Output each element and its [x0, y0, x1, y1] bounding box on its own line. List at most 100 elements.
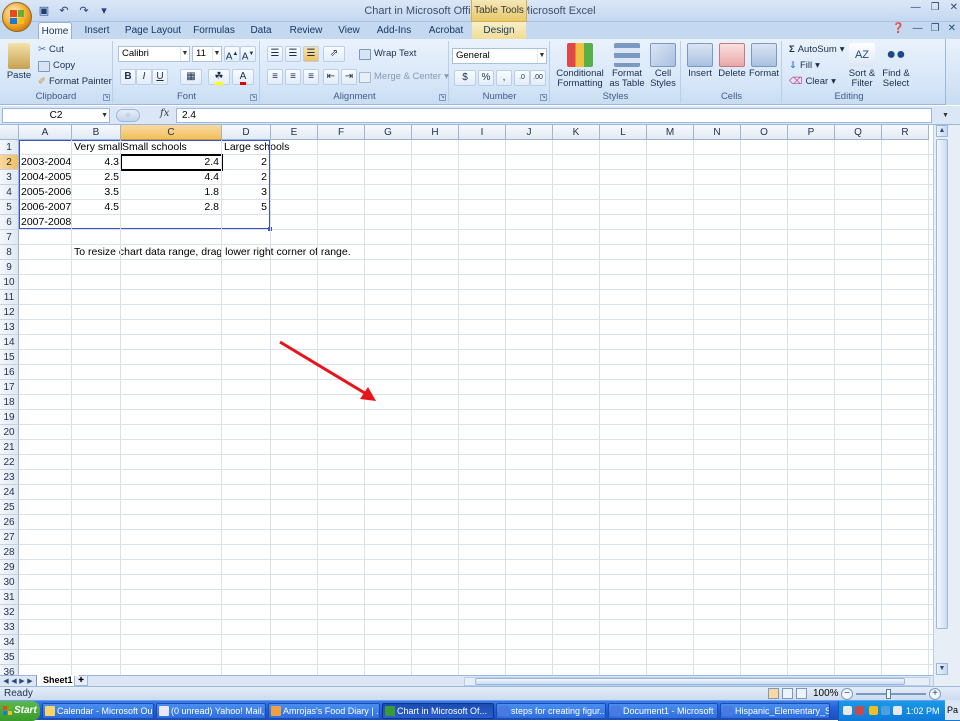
increase-indent-icon[interactable]: ⇥	[341, 69, 357, 85]
row-header-20[interactable]: 20	[0, 425, 19, 440]
underline-button[interactable]: U	[152, 69, 168, 85]
scroll-up-icon[interactable]: ▲	[936, 125, 948, 137]
fill-button[interactable]: ⇓ Fill ▾	[789, 59, 820, 73]
column-header-f[interactable]: F	[318, 125, 365, 140]
column-header-a[interactable]: A	[19, 125, 72, 140]
column-header-m[interactable]: M	[647, 125, 694, 140]
column-header-o[interactable]: O	[741, 125, 788, 140]
tab-data[interactable]: Data	[244, 22, 278, 39]
increase-decimal-icon[interactable]: .0	[514, 70, 530, 86]
horizontal-scrollbar[interactable]	[464, 677, 930, 686]
adjacent-window-taskbar-edge[interactable]: Pa	[945, 700, 960, 720]
row-header-18[interactable]: 18	[0, 395, 19, 410]
customize-qat-icon[interactable]: ▾	[96, 3, 112, 19]
row-header-8[interactable]: 8	[0, 245, 19, 260]
orientation-icon[interactable]: ⇗	[323, 46, 345, 62]
percent-button[interactable]: %	[478, 70, 494, 86]
copy-button[interactable]: Copy	[38, 59, 75, 73]
cell-area[interactable]: Very small Small schools Large schools 2…	[19, 140, 933, 675]
taskbar-item-yahoo-mail[interactable]: (0 unread) Yahoo! Mail,...	[156, 703, 266, 719]
tab-page-layout[interactable]: Page Layout	[122, 22, 184, 39]
delete-cells-button[interactable]: Delete	[716, 43, 748, 79]
align-left-icon[interactable]: ≡	[267, 69, 283, 85]
font-color-button[interactable]: A	[232, 69, 254, 85]
column-header-i[interactable]: I	[459, 125, 506, 140]
font-name-combo[interactable]: Calibri ▼	[118, 46, 190, 62]
workbook-restore-icon[interactable]: ❐	[931, 23, 940, 34]
insert-cells-button[interactable]: Insert	[684, 43, 716, 79]
format-as-table-button[interactable]: Format as Table	[607, 43, 647, 89]
page-layout-view-icon[interactable]	[782, 688, 793, 699]
tab-acrobat[interactable]: Acrobat	[422, 22, 470, 39]
tray-shield-icon[interactable]	[869, 706, 878, 715]
row-header-7[interactable]: 7	[0, 230, 19, 245]
shrink-font-button[interactable]: A▼	[240, 46, 256, 62]
align-right-icon[interactable]: ≡	[303, 69, 319, 85]
clipboard-launcher-icon[interactable]: ↘	[103, 94, 110, 101]
row-header-10[interactable]: 10	[0, 275, 19, 290]
tray-help-icon[interactable]	[843, 706, 852, 715]
column-header-c[interactable]: C	[121, 125, 222, 140]
taskbar-item-calendar[interactable]: Calendar - Microsoft Ou...	[42, 703, 154, 719]
tray-arrow-icon[interactable]	[855, 706, 864, 715]
tray-network-icon[interactable]	[881, 706, 890, 715]
bold-button[interactable]: B	[120, 69, 136, 85]
taskbar-item-hispanic-elementary[interactable]: Hispanic_Elementary_S...	[720, 703, 830, 719]
row-header-31[interactable]: 31	[0, 590, 19, 605]
formula-input[interactable]: 2.4	[176, 108, 932, 123]
zoom-in-icon[interactable]: +	[929, 688, 941, 700]
row-header-30[interactable]: 30	[0, 575, 19, 590]
row-header-28[interactable]: 28	[0, 545, 19, 560]
expand-formula-bar-icon[interactable]: ▼	[941, 109, 950, 122]
close-icon[interactable]: ✕	[950, 2, 958, 13]
zoom-level[interactable]: 100%	[813, 687, 839, 701]
normal-view-icon[interactable]	[768, 688, 779, 699]
workbook-minimize-icon[interactable]: —	[913, 23, 923, 34]
name-box[interactable]: C2 ▼	[2, 108, 110, 123]
row-header-9[interactable]: 9	[0, 260, 19, 275]
row-header-14[interactable]: 14	[0, 335, 19, 350]
column-header-l[interactable]: L	[600, 125, 647, 140]
row-header-5[interactable]: 5	[0, 200, 19, 215]
fill-color-button[interactable]: ☘	[208, 69, 230, 85]
tab-add-ins[interactable]: Add-Ins	[372, 22, 416, 39]
row-header-22[interactable]: 22	[0, 455, 19, 470]
taskbar-item-document1[interactable]: Document1 - Microsoft ...	[608, 703, 718, 719]
column-header-k[interactable]: K	[553, 125, 600, 140]
row-header-19[interactable]: 19	[0, 410, 19, 425]
row-header-2[interactable]: 2	[0, 155, 19, 170]
tab-insert[interactable]: Insert	[78, 22, 116, 39]
number-launcher-icon[interactable]: ↘	[540, 94, 547, 101]
cell-styles-button[interactable]: Cell Styles	[647, 43, 679, 89]
row-header-13[interactable]: 13	[0, 320, 19, 335]
row-header-35[interactable]: 35	[0, 650, 19, 665]
scroll-down-icon[interactable]: ▼	[936, 663, 948, 675]
row-header-33[interactable]: 33	[0, 620, 19, 635]
row-header-34[interactable]: 34	[0, 635, 19, 650]
column-header-g[interactable]: G	[365, 125, 412, 140]
column-header-e[interactable]: E	[271, 125, 318, 140]
redo-icon[interactable]: ↷	[76, 3, 92, 19]
row-header-16[interactable]: 16	[0, 365, 19, 380]
find-select-button[interactable]: ●● Find & Select	[879, 43, 913, 89]
restore-icon[interactable]: ❐	[931, 2, 940, 13]
taskbar-item-steps[interactable]: steps for creating figur...	[496, 703, 606, 719]
grow-font-button[interactable]: A▲	[224, 46, 240, 62]
decrease-indent-icon[interactable]: ⇤	[323, 69, 339, 85]
tab-design[interactable]: Design	[472, 22, 526, 39]
align-center-icon[interactable]: ≡	[285, 69, 301, 85]
autosum-button[interactable]: Σ AutoSum ▾	[789, 43, 845, 57]
office-button[interactable]	[2, 2, 32, 32]
column-header-q[interactable]: Q	[835, 125, 882, 140]
zoom-out-icon[interactable]: −	[841, 688, 853, 700]
column-header-b[interactable]: B	[72, 125, 121, 140]
tray-volume-icon[interactable]	[893, 706, 902, 715]
formula-bar-resize-handle[interactable]: ○	[116, 109, 140, 122]
cut-button[interactable]: ✂ Cut	[38, 43, 64, 57]
row-header-32[interactable]: 32	[0, 605, 19, 620]
currency-button[interactable]: $	[454, 70, 476, 86]
format-cells-button[interactable]: Format	[748, 43, 780, 79]
taskbar-clock[interactable]: 1:02 PM	[906, 701, 940, 721]
row-header-26[interactable]: 26	[0, 515, 19, 530]
font-size-combo[interactable]: 11 ▼	[192, 46, 222, 62]
